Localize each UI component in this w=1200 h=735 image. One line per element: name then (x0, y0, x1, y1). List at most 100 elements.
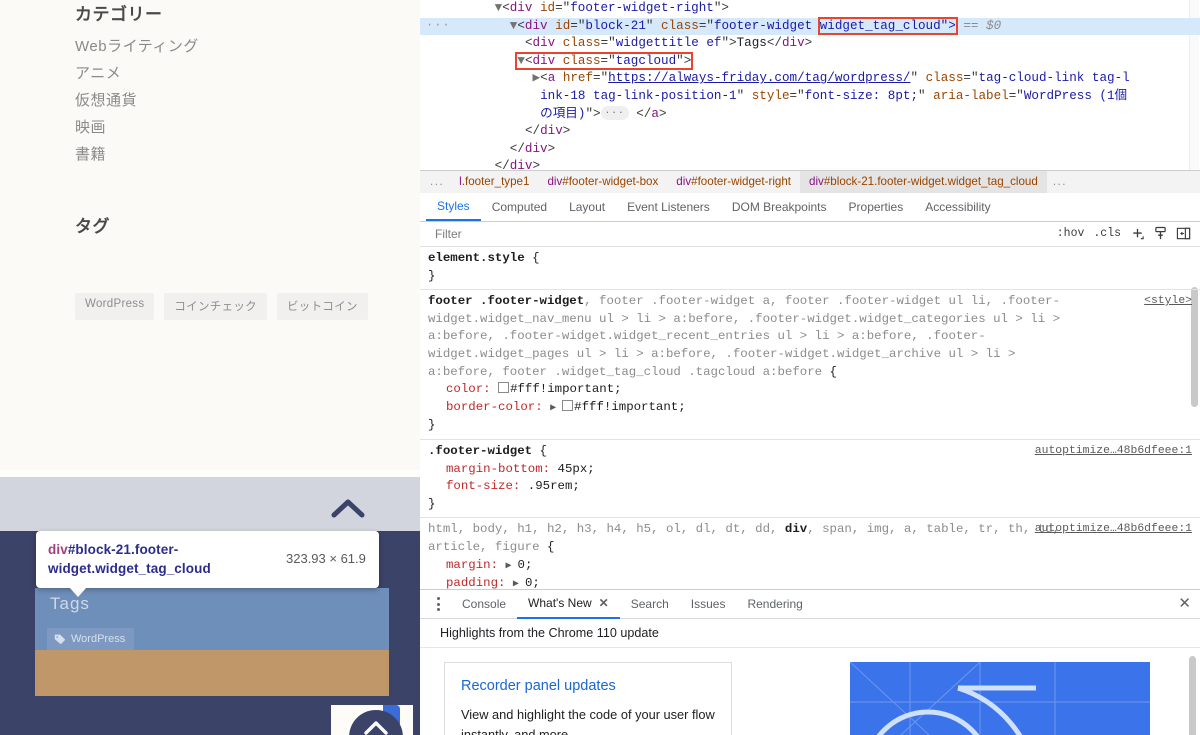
footer-tag-chip[interactable]: WordPress (47, 628, 135, 651)
declaration-value[interactable]: #fff!important; (510, 382, 622, 396)
dom-token: " (736, 88, 752, 103)
breadcrumb[interactable]: ... l.footer_type1 div#footer-widget-box di… (420, 169, 1200, 193)
new-style-rule-button[interactable] (1130, 226, 1145, 241)
declaration-property[interactable]: color: (446, 382, 498, 396)
drawer-tab-label: Issues (690, 596, 726, 611)
style-declaration[interactable]: font-size: .95rem; (428, 478, 1192, 496)
style-rule-source-link[interactable]: autoptimize…48b6dfeee:1 (1035, 521, 1192, 539)
styles-filter-row[interactable]: Filter :hov .cls (420, 221, 1200, 248)
breadcrumb-item[interactable]: div#block-21.footer-widget.widget_tag_cl… (800, 170, 1047, 193)
dom-node-line[interactable]: ··· ▼<div id="block-21" class="footer-wid… (420, 16, 1200, 36)
back-to-top-button[interactable] (331, 705, 413, 735)
styles-rules-pane[interactable]: element.style {} <style> footer .footer-wi… (420, 247, 1200, 590)
declaration-value[interactable]: 45px; (558, 462, 595, 476)
close-tab-icon[interactable]: ✕ (599, 589, 609, 618)
style-declaration[interactable]: color: #fff!important; (428, 381, 1192, 399)
dom-token: "> (585, 106, 601, 121)
dom-node-line[interactable]: ▼<div class="tagcloud"> (420, 51, 1200, 71)
hov-toggle-button[interactable]: :hov (1057, 227, 1085, 240)
whats-new-scrollbar-thumb[interactable] (1189, 656, 1196, 735)
devtools-drawer: Console What's New ✕ Search Issues Rendering ✕… (420, 589, 1200, 735)
drawer-tab-issues[interactable]: Issues (680, 591, 737, 618)
declaration-value[interactable]: 0; (518, 558, 533, 572)
tag-chip[interactable]: WordPress (75, 293, 155, 320)
declaration-disclosure-triangle[interactable]: ▶ (550, 403, 562, 414)
declaration-property[interactable]: margin-bottom: (446, 462, 558, 476)
tab-properties[interactable]: Properties (838, 193, 915, 220)
scroll-up-chevron-icon[interactable] (330, 495, 366, 521)
style-rule-selector[interactable]: element.style { (428, 250, 1192, 268)
cls-toggle-button[interactable]: .cls (1093, 227, 1121, 240)
dom-token: div (509, 1, 533, 15)
category-link[interactable]: 仮想通貨 (75, 87, 395, 114)
tab-styles[interactable]: Styles (426, 192, 481, 222)
declaration-value[interactable]: .95rem; (528, 479, 580, 493)
style-declaration[interactable]: margin-bottom: 45px; (428, 461, 1192, 479)
tab-layout[interactable]: Layout (558, 193, 616, 220)
style-rule[interactable]: autoptimize…48b6dfeee:1 .footer-widget {m… (420, 440, 1200, 519)
declaration-property[interactable]: padding: (446, 576, 513, 589)
breadcrumb-overflow-left[interactable]: ... (424, 175, 450, 188)
breadcrumb-item[interactable]: div#footer-widget-right (667, 171, 800, 193)
dom-node-line[interactable]: </div> (420, 158, 1200, 169)
declaration-disclosure-triangle[interactable]: ▶ (513, 579, 525, 589)
declaration-property[interactable]: margin: (446, 558, 506, 572)
tab-event-listeners[interactable]: Event Listeners (616, 193, 721, 220)
styles-tabbar[interactable]: Styles Computed Layout Event Listeners DOM B… (420, 192, 1200, 222)
style-rule-source-link[interactable]: <style> (1144, 293, 1192, 311)
tab-accessibility[interactable]: Accessibility (914, 193, 1001, 220)
drawer-tab-rendering[interactable]: Rendering (736, 591, 813, 618)
dom-node-line[interactable]: <div class="widgettitle ef">Tags</div> (420, 35, 1200, 53)
inspector-tooltip-dimensions: 323.93 × 61.9 (286, 551, 366, 566)
category-link[interactable]: Webライティング (75, 33, 395, 60)
close-drawer-icon[interactable]: ✕ (1169, 594, 1200, 614)
dom-node-line[interactable]: の項目)"> ··· </a> (420, 105, 1200, 124)
declaration-disclosure-triangle[interactable]: ▶ (506, 561, 518, 572)
drawer-tabbar[interactable]: Console What's New ✕ Search Issues Rendering ✕ (420, 590, 1200, 620)
drawer-tab-console[interactable]: Console (451, 591, 517, 618)
style-declaration[interactable]: padding: ▶ 0; (428, 575, 1192, 589)
drawer-tab-what-s-new[interactable]: What's New ✕ (517, 590, 620, 619)
more-tools-icon[interactable] (427, 593, 449, 615)
computed-style-sidebar-button[interactable] (1154, 226, 1167, 241)
style-rule[interactable]: autoptimize…48b6dfeee:1 html, body, h1, h… (420, 518, 1200, 589)
styles-filter-input[interactable]: Filter (424, 223, 1053, 245)
color-swatch[interactable] (498, 382, 510, 394)
dom-tree[interactable]: ▼<div id="footer-widget-right"> ··· ▼<div … (420, 0, 1200, 170)
dom-node-line[interactable]: </div> (420, 123, 1200, 141)
category-link[interactable]: 映画 (75, 114, 395, 141)
dom-node-line[interactable]: </div> (420, 141, 1200, 159)
tab-computed[interactable]: Computed (481, 193, 558, 220)
breadcrumb-overflow-right[interactable]: ... (1047, 175, 1073, 188)
dom-token: =" (600, 53, 616, 68)
tab-dom-breakpoints[interactable]: DOM Breakpoints (721, 193, 838, 220)
style-rule[interactable]: <style> footer .footer-widget, footer .fo… (420, 290, 1200, 440)
dom-token: " (918, 88, 934, 103)
color-swatch[interactable] (562, 399, 574, 411)
style-declaration[interactable]: border-color: ▶ #fff!important; (428, 399, 1192, 418)
declaration-value[interactable]: 0; (525, 576, 540, 589)
style-rule-selector[interactable]: footer .footer-widget, footer .footer-wi… (428, 293, 1192, 381)
inspected-page-viewport[interactable]: カテゴリー Webライティング アニメ 仮想通貨 映画 書籍 タグ WordPr… (0, 0, 420, 735)
collapsed-text-badge[interactable]: ··· (600, 105, 629, 120)
declaration-property[interactable]: border-color: (446, 400, 550, 414)
tag-chip[interactable]: コインチェック (164, 293, 267, 320)
breadcrumb-item[interactable]: l.footer_type1 (450, 171, 538, 193)
style-rule[interactable]: element.style {} (420, 247, 1200, 291)
dom-token: < (524, 36, 533, 51)
whats-new-card-title[interactable]: Recorder panel updates (461, 677, 715, 696)
declaration-property[interactable]: font-size: (446, 479, 528, 493)
whats-new-card[interactable]: Recorder panel updates View and highligh… (444, 662, 732, 735)
drawer-tab-search[interactable]: Search (620, 591, 680, 618)
dom-node-line[interactable]: ▶<a href="https://always-friday.com/tag/… (420, 70, 1200, 88)
category-link[interactable]: アニメ (75, 60, 395, 87)
style-declaration[interactable]: margin: ▶ 0; (428, 557, 1192, 576)
dom-node-line[interactable]: ink-18 tag-link-position-1" style="font-… (420, 88, 1200, 106)
category-link[interactable]: 書籍 (75, 141, 395, 168)
style-rule-source-link[interactable]: autoptimize…48b6dfeee:1 (1035, 443, 1192, 461)
dom-node-line[interactable]: ▼<div id="footer-widget-right"> (420, 0, 1200, 18)
declaration-value[interactable]: #fff!important; (574, 400, 686, 414)
tag-chip[interactable]: ビットコイン (276, 293, 368, 320)
breadcrumb-item[interactable]: div#footer-widget-box (538, 171, 667, 193)
toggle-sidebar-button[interactable] (1176, 226, 1191, 241)
